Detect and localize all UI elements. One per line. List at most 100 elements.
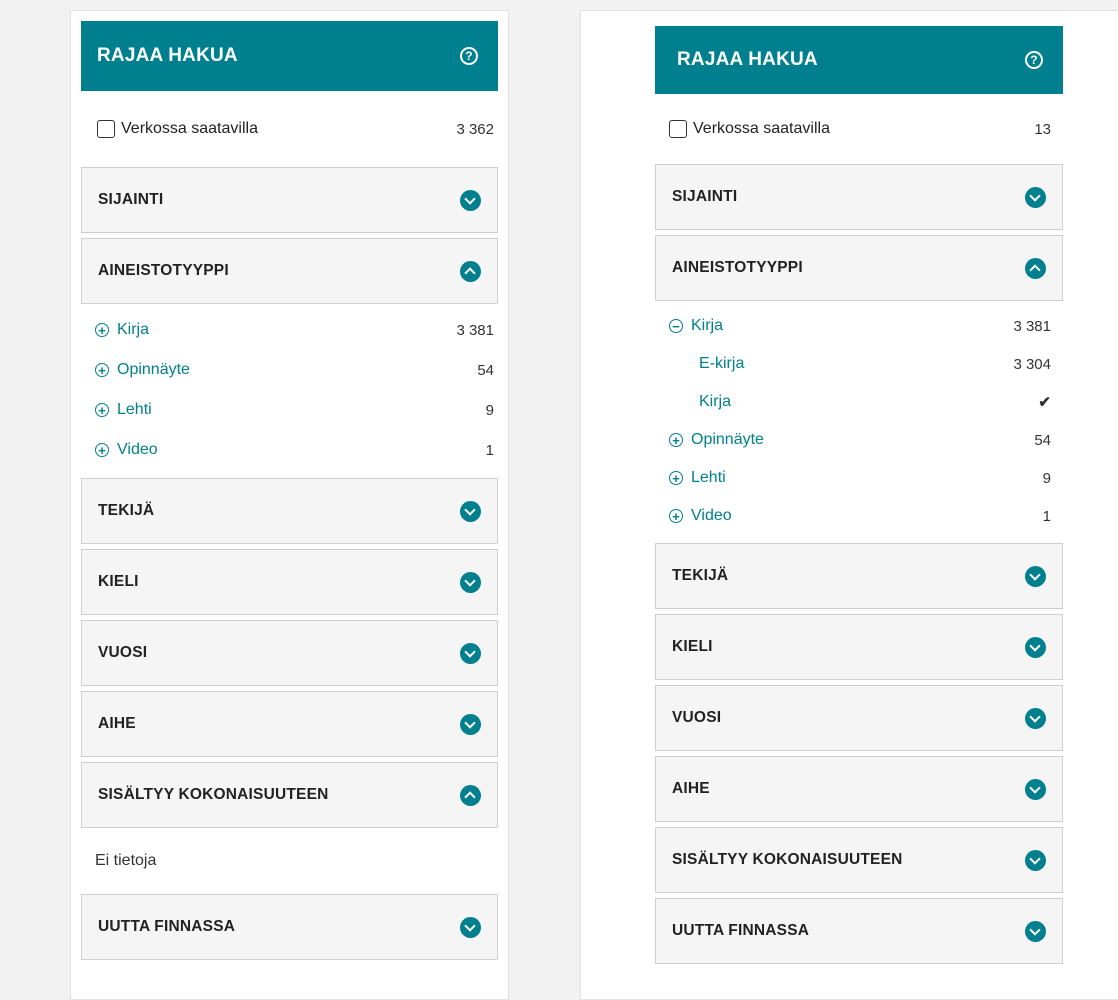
chevron-up-icon[interactable]	[460, 784, 481, 806]
section-title: SISÄLTYY KOKONAISUUTEEN	[672, 851, 903, 868]
section-title: VUOSI	[672, 709, 722, 726]
section-vuosi[interactable]: VUOSI	[81, 620, 498, 686]
plus-circle-icon[interactable]: +	[95, 443, 109, 457]
facet-subitem[interactable]: E-kirja 3 304	[655, 345, 1063, 383]
facet-item[interactable]: + Lehti 9	[81, 390, 498, 430]
minus-circle-icon[interactable]: −	[669, 319, 683, 333]
facet-count: 9	[485, 401, 494, 419]
online-checkbox[interactable]	[669, 120, 687, 138]
facet-label[interactable]: Video	[117, 441, 158, 459]
online-checkbox[interactable]	[97, 120, 115, 138]
section-sisaltyy-kokonaisuuteen[interactable]: SISÄLTYY KOKONAISUUTEEN	[81, 762, 498, 828]
facet-label[interactable]: Opinnäyte	[117, 361, 190, 379]
section-kieli[interactable]: KIELI	[81, 549, 498, 615]
chevron-down-icon[interactable]	[1025, 778, 1046, 800]
filter-panel-right: RAJAA HAKUA ? Verkossa saatavilla 13 SIJ…	[580, 10, 1118, 1000]
section-title: SIJAINTI	[672, 188, 738, 205]
facet-item[interactable]: + Opinnäyte 54	[655, 421, 1063, 459]
facet-count: 1	[485, 441, 494, 459]
facet-label[interactable]: Lehti	[691, 469, 726, 487]
chevron-down-icon[interactable]	[1025, 186, 1046, 208]
section-title: KIELI	[98, 573, 139, 590]
facet-count: 9	[1042, 469, 1051, 487]
facet-item[interactable]: + Opinnäyte 54	[81, 350, 498, 390]
chevron-down-icon[interactable]	[1025, 920, 1046, 942]
chevron-down-icon[interactable]	[1025, 565, 1046, 587]
online-count: 3 362	[456, 120, 494, 138]
section-title: VUOSI	[98, 644, 148, 661]
facet-label[interactable]: Lehti	[117, 401, 152, 419]
facet-item[interactable]: + Kirja 3 381	[81, 310, 498, 350]
section-title: AINEISTOTYYPPI	[98, 262, 229, 279]
facet-count: 3 381	[456, 321, 494, 339]
chevron-up-icon[interactable]	[1025, 257, 1046, 279]
checkmark-icon: ✔	[1038, 394, 1051, 411]
section-title: TEKIJÄ	[98, 502, 155, 519]
section-aineistotyyppi[interactable]: AINEISTOTYYPPI	[655, 235, 1063, 301]
plus-circle-icon[interactable]: +	[669, 509, 683, 523]
chevron-down-icon[interactable]	[460, 713, 481, 735]
filter-title: RAJAA HAKUA	[97, 45, 238, 66]
section-title: UUTTA FINNASSA	[98, 918, 236, 935]
chevron-down-icon[interactable]	[1025, 707, 1046, 729]
section-uutta-finnassa[interactable]: UUTTA FINNASSA	[655, 898, 1063, 964]
section-vuosi[interactable]: VUOSI	[655, 685, 1063, 751]
section-title: AIHE	[98, 715, 136, 732]
section-sisaltyy-kokonaisuuteen[interactable]: SISÄLTYY KOKONAISUUTEEN	[655, 827, 1063, 893]
section-title: TEKIJÄ	[672, 567, 729, 584]
facet-label[interactable]: Opinnäyte	[691, 431, 764, 449]
chevron-down-icon[interactable]	[1025, 636, 1046, 658]
chevron-down-icon[interactable]	[1025, 849, 1046, 871]
section-sijainti[interactable]: SIJAINTI	[81, 167, 498, 233]
plus-circle-icon[interactable]: +	[95, 323, 109, 337]
section-aihe[interactable]: AIHE	[655, 756, 1063, 822]
section-title: AINEISTOTYYPPI	[672, 259, 803, 276]
chevron-down-icon[interactable]	[460, 642, 481, 664]
filter-title: RAJAA HAKUA	[677, 49, 818, 70]
chevron-up-icon[interactable]	[460, 260, 481, 282]
filter-panel-left: RAJAA HAKUA ? Verkossa saatavilla 3 362 …	[70, 10, 509, 1000]
facet-item[interactable]: + Lehti 9	[655, 459, 1063, 497]
facet-count: 54	[477, 361, 494, 379]
plus-circle-icon[interactable]: +	[669, 471, 683, 485]
facet-item[interactable]: + Video 1	[81, 430, 498, 470]
online-count: 13	[1034, 120, 1051, 138]
chevron-down-icon[interactable]	[460, 916, 481, 938]
section-title: KIELI	[672, 638, 713, 655]
section-sijainti[interactable]: SIJAINTI	[655, 164, 1063, 230]
plus-circle-icon[interactable]: +	[669, 433, 683, 447]
section-title: SISÄLTYY KOKONAISUUTEEN	[98, 786, 329, 803]
facet-list-aineistotyyppi: − Kirja 3 381 E-kirja 3 304 Kirja ✔ + Opin…	[655, 301, 1063, 543]
section-kieli[interactable]: KIELI	[655, 614, 1063, 680]
facet-item[interactable]: − Kirja 3 381	[655, 307, 1063, 345]
chevron-down-icon[interactable]	[460, 189, 481, 211]
help-icon[interactable]: ?	[1025, 51, 1043, 69]
help-icon[interactable]: ?	[460, 47, 478, 65]
facet-count: 1	[1042, 507, 1051, 525]
section-uutta-finnassa[interactable]: UUTTA FINNASSA	[81, 894, 498, 960]
section-tekija[interactable]: TEKIJÄ	[81, 478, 498, 544]
facet-subitem-selected[interactable]: Kirja ✔	[655, 383, 1063, 421]
section-title: SIJAINTI	[98, 191, 164, 208]
facet-item[interactable]: + Video 1	[655, 497, 1063, 535]
section-aineistotyyppi[interactable]: AINEISTOTYYPPI	[81, 238, 498, 304]
plus-circle-icon[interactable]: +	[95, 403, 109, 417]
facet-label[interactable]: E-kirja	[699, 355, 744, 373]
plus-circle-icon[interactable]: +	[95, 363, 109, 377]
facet-label[interactable]: Kirja	[699, 393, 731, 411]
section-aihe[interactable]: AIHE	[81, 691, 498, 757]
facet-label[interactable]: Kirja	[117, 321, 149, 339]
facet-count: 3 304	[1013, 355, 1051, 373]
facet-label[interactable]: Kirja	[691, 317, 723, 335]
section-title: AIHE	[672, 780, 710, 797]
filter-column-right: RAJAA HAKUA ? Verkossa saatavilla 13 SIJ…	[655, 21, 1063, 969]
chevron-down-icon[interactable]	[460, 500, 481, 522]
filter-header: RAJAA HAKUA ?	[81, 21, 498, 91]
online-label: Verkossa saatavilla	[121, 120, 258, 137]
chevron-down-icon[interactable]	[460, 571, 481, 593]
facet-label[interactable]: Video	[691, 507, 732, 525]
online-available-filter[interactable]: Verkossa saatavilla 13	[655, 94, 1063, 164]
section-tekija[interactable]: TEKIJÄ	[655, 543, 1063, 609]
online-label: Verkossa saatavilla	[693, 120, 830, 137]
online-available-filter[interactable]: Verkossa saatavilla 3 362	[81, 91, 498, 167]
